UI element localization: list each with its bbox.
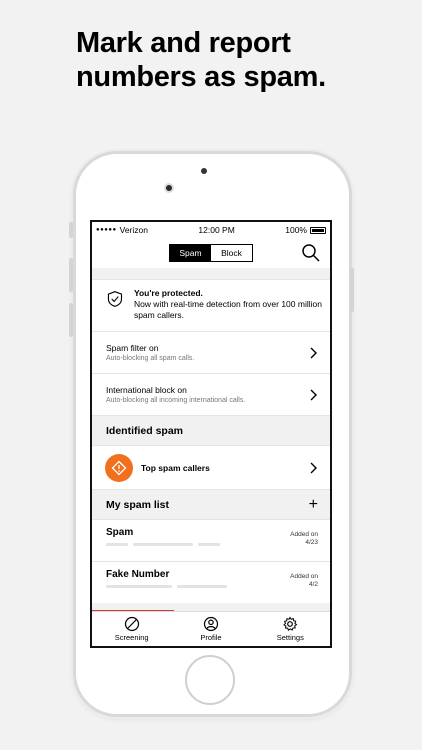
tab-profile-label: Profile [200,633,222,642]
add-icon[interactable]: + [309,496,318,513]
headline-line-1: Mark and report [76,27,291,59]
tab-settings-label: Settings [276,633,304,642]
protection-card: You're protected. Now with real-time det… [92,279,330,331]
shield-check-icon [107,291,123,307]
headline-line-2: numbers as spam. [76,61,326,93]
mute-switch [69,222,73,238]
volume-down-button [69,303,73,337]
identified-spam-heading: Identified spam [92,415,330,445]
tab-screening[interactable]: Screening [102,616,162,642]
international-block-row[interactable]: International block on Auto-blocking all… [92,373,330,415]
added-date: 4/23 [305,539,318,546]
nav-bar: Spam Block [92,238,330,268]
front-camera [164,183,174,193]
app-screen: ●●●●● Verizon 12:00 PM 100% Spam Block Y… [90,220,332,648]
spam-entry-name: Fake Number [106,569,170,580]
placeholder-bars [106,543,318,546]
battery-icon [310,226,326,234]
power-button [350,268,354,312]
spam-filter-subtitle: Auto-blocking all spam calls. [106,354,195,362]
chevron-right-icon [310,389,317,400]
added-date: 4/2 [308,581,318,588]
search-icon[interactable] [301,243,321,263]
home-button[interactable] [185,655,235,705]
status-bar: ●●●●● Verizon 12:00 PM 100% [92,222,330,238]
identified-spam-title: Identified spam [106,424,184,437]
spam-entry-name: Spam [106,527,134,538]
tab-screening-label: Screening [114,633,149,642]
spam-filter-title: Spam filter on [106,342,159,353]
spam-list-item[interactable]: Spam Added on 4/23 [92,519,330,561]
chevron-right-icon [310,347,317,358]
placeholder-bars [106,585,318,588]
warning-diamond-icon [105,453,133,482]
status-time: 12:00 PM [198,225,235,235]
gear-icon [283,616,298,631]
added-label: Added on [290,573,318,580]
spam-filter-row[interactable]: Spam filter on Auto-blocking all spam ca… [92,331,330,373]
chevron-right-icon [310,462,317,473]
tab-profile[interactable]: Profile [181,616,241,642]
protection-body: Now with real-time detection from over 1… [133,299,322,320]
protection-title: You're protected. [133,288,203,298]
segment-control: Spam Block [169,244,253,262]
screening-icon [124,616,139,632]
signal-icon: ●●●●● [96,227,117,233]
tab-settings[interactable]: Settings [260,616,320,642]
main-content: You're protected. Now with real-time det… [92,268,330,612]
spam-list-title: My spam list [106,498,170,511]
top-spam-callers-row[interactable]: Top spam callers [92,445,330,489]
carrier-name: Verizon [119,225,148,235]
profile-icon [203,616,219,632]
international-block-title: International block on [106,384,187,395]
added-label: Added on [290,531,318,538]
spam-list-item[interactable]: Fake Number Added on 4/2 [92,561,330,603]
battery-percent: 100% [285,225,307,235]
headline: Mark and report numbers as spam. [76,26,326,94]
speaker [201,168,207,174]
volume-up-button [69,258,73,292]
top-spam-callers-label: Top spam callers [141,462,210,473]
segment-block[interactable]: Block [211,245,252,261]
segment-spam[interactable]: Spam [170,245,211,261]
spam-list-heading: My spam list + [92,489,330,519]
international-block-subtitle: Auto-blocking all incoming international… [106,396,246,404]
tab-bar: Screening Profile Settings [92,611,330,646]
